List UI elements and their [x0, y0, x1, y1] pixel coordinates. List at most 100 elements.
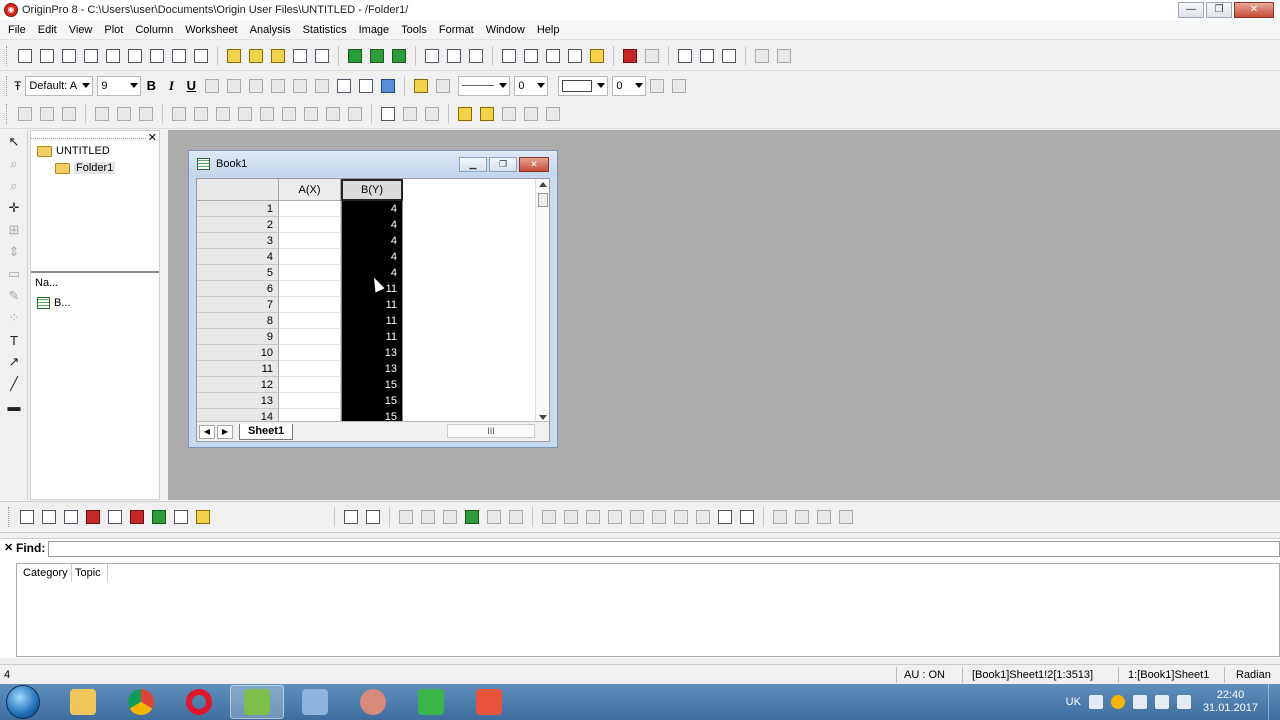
- cell-b[interactable]: 4: [341, 217, 403, 233]
- workbook-window[interactable]: Book1 ▁ ❐ ✕ A(X) B(Y) 1 4 2 4 3 4 4 4 5 4 6 11 7 11 8 1…: [188, 150, 558, 448]
- add-row-icon[interactable]: [774, 46, 794, 66]
- find-close-icon[interactable]: ✕: [4, 541, 13, 554]
- fit-nonlinear-icon[interactable]: [477, 104, 497, 124]
- new-excel-icon[interactable]: [59, 46, 79, 66]
- underline-button[interactable]: U: [181, 78, 201, 93]
- line-style-dropdown[interactable]: [458, 75, 511, 96]
- image-plot-icon[interactable]: [484, 507, 504, 527]
- object-back-icon[interactable]: [836, 507, 856, 527]
- row-number[interactable]: 4: [197, 249, 279, 265]
- text-tool-icon[interactable]: T: [3, 330, 25, 350]
- axis-break-icon[interactable]: [301, 104, 321, 124]
- row-number[interactable]: 10: [197, 345, 279, 361]
- zoom-out-icon[interactable]: [37, 104, 57, 124]
- line-color-icon[interactable]: [433, 76, 453, 96]
- fill-color-icon[interactable]: [411, 76, 431, 96]
- draw-data-icon[interactable]: ✎: [3, 286, 25, 306]
- row-number[interactable]: 13: [197, 393, 279, 409]
- axis-inset-icon[interactable]: [279, 104, 299, 124]
- open-excel-icon[interactable]: [268, 46, 288, 66]
- workbook-titlebar[interactable]: Book1 ▁ ❐ ✕: [189, 151, 557, 177]
- multi-curve-icon[interactable]: [105, 507, 125, 527]
- table-row[interactable]: 8 11: [197, 313, 403, 329]
- table-row[interactable]: 11 13: [197, 361, 403, 377]
- menu-worksheet[interactable]: Worksheet: [179, 24, 243, 36]
- menu-help[interactable]: Help: [531, 24, 566, 36]
- open-template-icon[interactable]: [246, 46, 266, 66]
- cell-b[interactable]: 11: [341, 313, 403, 329]
- column-header-b[interactable]: B(Y): [341, 179, 403, 201]
- align-vcenter-icon[interactable]: [627, 507, 647, 527]
- zoom-tool-icon[interactable]: ⌕: [3, 154, 25, 174]
- table-row[interactable]: 13 15: [197, 393, 403, 409]
- axis-right-icon[interactable]: [191, 104, 211, 124]
- contour-icon[interactable]: [462, 507, 482, 527]
- taskbar-origin[interactable]: [230, 685, 284, 719]
- toolbar-grip[interactable]: [6, 45, 10, 66]
- subscript-icon[interactable]: [224, 76, 244, 96]
- workbook-minimize-button[interactable]: ▁: [459, 157, 487, 172]
- template-library-icon[interactable]: [193, 507, 213, 527]
- border-icon[interactable]: [669, 76, 689, 96]
- crosshair-icon[interactable]: ✛: [3, 198, 25, 218]
- grid-icon[interactable]: [345, 104, 365, 124]
- print-icon[interactable]: [422, 46, 442, 66]
- polar-icon[interactable]: [323, 104, 343, 124]
- save-template-icon[interactable]: [312, 46, 332, 66]
- taskbar-opera[interactable]: [172, 685, 226, 719]
- sheet-prev-icon[interactable]: ◀: [199, 424, 215, 439]
- table-row[interactable]: 24: [197, 217, 403, 233]
- signal-icon[interactable]: [521, 104, 541, 124]
- command-window-icon[interactable]: [543, 46, 563, 66]
- cell-b[interactable]: 13: [341, 345, 403, 361]
- worksheet[interactable]: A(X) B(Y) 1 4 2 4 3 4 4 4 5 4 6 11 7 11 8 11 9 11 10 13 11 13…: [196, 178, 550, 442]
- row-number[interactable]: 12: [197, 377, 279, 393]
- tree-folder[interactable]: Folder1: [55, 162, 116, 174]
- import-multiple-ascii-icon[interactable]: [367, 46, 387, 66]
- layer-icon[interactable]: [92, 104, 112, 124]
- show-desktop-button[interactable]: [1268, 684, 1280, 720]
- tree-root[interactable]: UNTITLED: [37, 145, 110, 157]
- cell-a[interactable]: [279, 361, 341, 377]
- align-right-icon[interactable]: [561, 507, 581, 527]
- network-icon[interactable]: [1132, 695, 1147, 709]
- axis-box-icon[interactable]: [213, 104, 233, 124]
- polar-plot-icon[interactable]: [171, 507, 191, 527]
- cell-b[interactable]: 4: [341, 249, 403, 265]
- column-plot-icon[interactable]: [83, 507, 103, 527]
- menu-window[interactable]: Window: [480, 24, 531, 36]
- close-button[interactable]: ✕: [1234, 2, 1274, 18]
- fill-pattern-dropdown[interactable]: [558, 75, 609, 96]
- increase-font-icon[interactable]: [290, 76, 310, 96]
- mesh-icon[interactable]: [506, 507, 526, 527]
- ungroup-icon[interactable]: [792, 507, 812, 527]
- taskbar-chrome[interactable]: [114, 685, 168, 719]
- language-indicator[interactable]: UK: [1066, 696, 1081, 708]
- fill-value-dropdown[interactable]: 0: [612, 75, 647, 96]
- menu-file[interactable]: File: [2, 24, 32, 36]
- keyboard-icon[interactable]: [1088, 695, 1103, 709]
- line-tool-icon[interactable]: ╱: [3, 374, 25, 394]
- pointer-icon[interactable]: ↖: [3, 132, 25, 152]
- signal-icon[interactable]: [1176, 695, 1191, 709]
- fit-linear-icon[interactable]: [455, 104, 475, 124]
- toolbar-grip[interactable]: [8, 507, 12, 527]
- scale-tool-icon[interactable]: ⊞: [3, 220, 25, 240]
- align-left-icon[interactable]: [539, 507, 559, 527]
- supersub-icon[interactable]: [246, 76, 266, 96]
- tools-icon[interactable]: [543, 104, 563, 124]
- row-number[interactable]: 5: [197, 265, 279, 281]
- maximize-button[interactable]: ❐: [1206, 2, 1232, 18]
- topic-column-header[interactable]: Topic: [75, 567, 101, 579]
- object-front-icon[interactable]: [814, 507, 834, 527]
- menu-analysis[interactable]: Analysis: [244, 24, 297, 36]
- stack-icon[interactable]: [378, 104, 398, 124]
- row-number[interactable]: 1: [197, 201, 279, 217]
- row-number[interactable]: 11: [197, 361, 279, 377]
- cell-b[interactable]: 13: [341, 361, 403, 377]
- explorer-grip[interactable]: [31, 131, 146, 139]
- row-number[interactable]: 9: [197, 329, 279, 345]
- zoom-in-icon[interactable]: [15, 104, 35, 124]
- screen-reader-icon[interactable]: ⁘: [3, 308, 25, 328]
- axis-top-icon[interactable]: [235, 104, 255, 124]
